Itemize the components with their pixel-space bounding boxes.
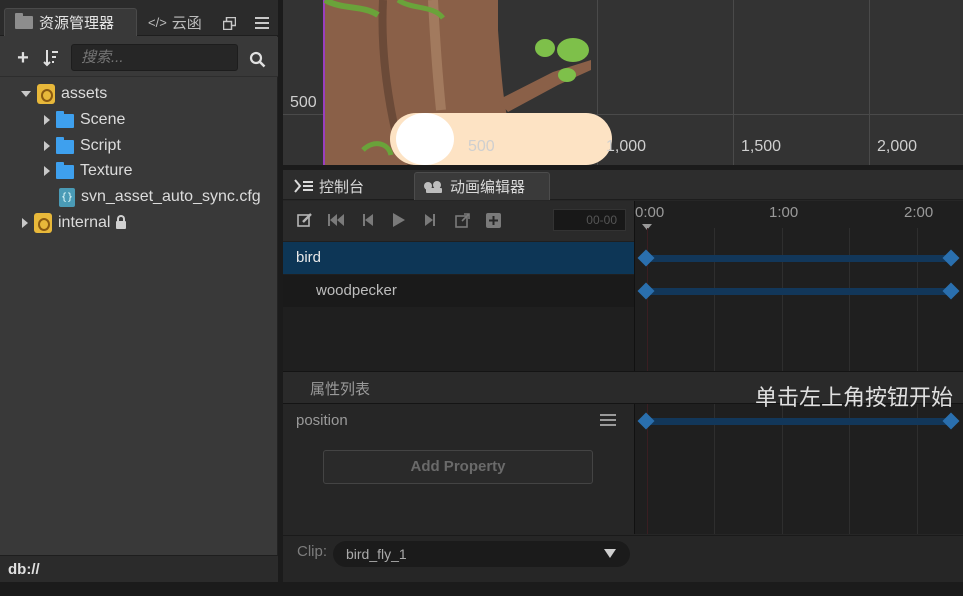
tab-assets[interactable]: 资源管理器: [4, 8, 137, 36]
caret-right-icon[interactable]: [44, 166, 50, 176]
panel-menu-icon[interactable]: [253, 14, 271, 32]
property-list-title: 属性列表: [310, 381, 371, 398]
add-property-button[interactable]: Add Property: [323, 450, 593, 484]
folder-icon: [56, 137, 74, 154]
scene-x-label: 1,000: [606, 138, 647, 155]
caret-right-icon[interactable]: [22, 218, 28, 228]
ruler-tick-label: 0:00: [635, 204, 665, 221]
keyframe-track: [646, 288, 951, 295]
node-item-woodpecker[interactable]: woodpecker: [283, 275, 634, 307]
tree-label: svn_asset_auto_sync.cfg: [81, 188, 261, 205]
lock-icon: [116, 215, 127, 229]
prev-frame-icon[interactable]: [358, 210, 378, 230]
tab-cloud-label: 云函: [171, 14, 202, 32]
tree-label: internal: [58, 214, 111, 231]
tree-label: Scene: [80, 111, 126, 128]
folder-icon: [56, 162, 74, 179]
scene-x-label: 500: [468, 138, 495, 155]
config-file-icon: {}: [59, 187, 75, 207]
node-item-bird[interactable]: bird: [283, 242, 634, 274]
dropdown-arrow-icon[interactable]: [604, 549, 616, 558]
search-input[interactable]: [71, 44, 238, 71]
tab-animation-editor[interactable]: 动画编辑器: [414, 172, 550, 200]
clip-select[interactable]: bird_fly_1: [333, 541, 630, 567]
ruler-tick-label: 1:00: [769, 204, 799, 221]
jump-first-icon[interactable]: [326, 210, 346, 230]
folder-icon: [15, 13, 33, 29]
grid-line: [869, 0, 870, 165]
tree-item-cfg-file[interactable]: {} svn_asset_auto_sync.cfg: [59, 185, 261, 209]
keyframe-track: [646, 255, 951, 262]
clip-label: Clip:: [297, 543, 328, 560]
scene-view[interactable]: 500 500 1,000 1,500 2,000: [283, 0, 963, 165]
ruler-tick-label: 2:00: [904, 204, 934, 221]
add-keyframe-icon[interactable]: [483, 210, 503, 230]
sort-icon[interactable]: [40, 47, 62, 69]
search-icon[interactable]: [246, 48, 268, 70]
play-icon[interactable]: [389, 210, 409, 230]
folder-icon: [56, 111, 74, 128]
tab-console-label: 控制台: [319, 178, 365, 196]
tree-item-script[interactable]: Script: [44, 134, 121, 158]
assets-footer-path: db://: [0, 555, 278, 582]
tree-item-assets[interactable]: assets: [21, 82, 107, 106]
edit-icon[interactable]: [295, 210, 315, 230]
property-position[interactable]: position: [296, 412, 348, 429]
caret-right-icon[interactable]: [44, 115, 50, 125]
keyframe-track: [646, 418, 951, 425]
tree-item-internal[interactable]: internal: [22, 211, 127, 235]
bird-body-circle: [396, 113, 454, 165]
property-menu-icon[interactable]: [600, 414, 616, 428]
caret-right-icon[interactable]: [44, 141, 50, 151]
current-time-field[interactable]: 00-00: [553, 209, 626, 231]
tree-item-texture[interactable]: Texture: [44, 159, 132, 183]
tree-label: Texture: [80, 162, 133, 179]
popout-icon[interactable]: [220, 14, 238, 32]
database-icon: [37, 84, 55, 104]
tab-assets-label: 资源管理器: [39, 15, 115, 32]
add-event-icon[interactable]: [452, 210, 472, 230]
hint-text: 单击左上角按钮开始: [755, 385, 954, 410]
tab-console[interactable]: 控制台: [286, 172, 410, 200]
tree-label: Script: [80, 137, 121, 154]
tree-label: assets: [61, 85, 108, 102]
cloud-function-icon: </>: [148, 14, 167, 30]
console-icon: [294, 179, 313, 193]
add-icon[interactable]: +: [12, 47, 34, 69]
database-icon: [34, 213, 52, 233]
tab-animation-label: 动画编辑器: [450, 179, 526, 196]
animation-icon: [424, 180, 442, 193]
tab-cloud[interactable]: </> 云函: [144, 8, 216, 36]
scene-x-label: 2,000: [877, 138, 918, 155]
grid-line: [733, 0, 734, 165]
caret-down-icon[interactable]: [21, 91, 31, 97]
tree-item-scene[interactable]: Scene: [44, 108, 125, 132]
scene-x-label: 1,500: [741, 138, 782, 155]
scene-y-label: 500: [290, 94, 317, 111]
next-frame-icon[interactable]: [420, 210, 440, 230]
